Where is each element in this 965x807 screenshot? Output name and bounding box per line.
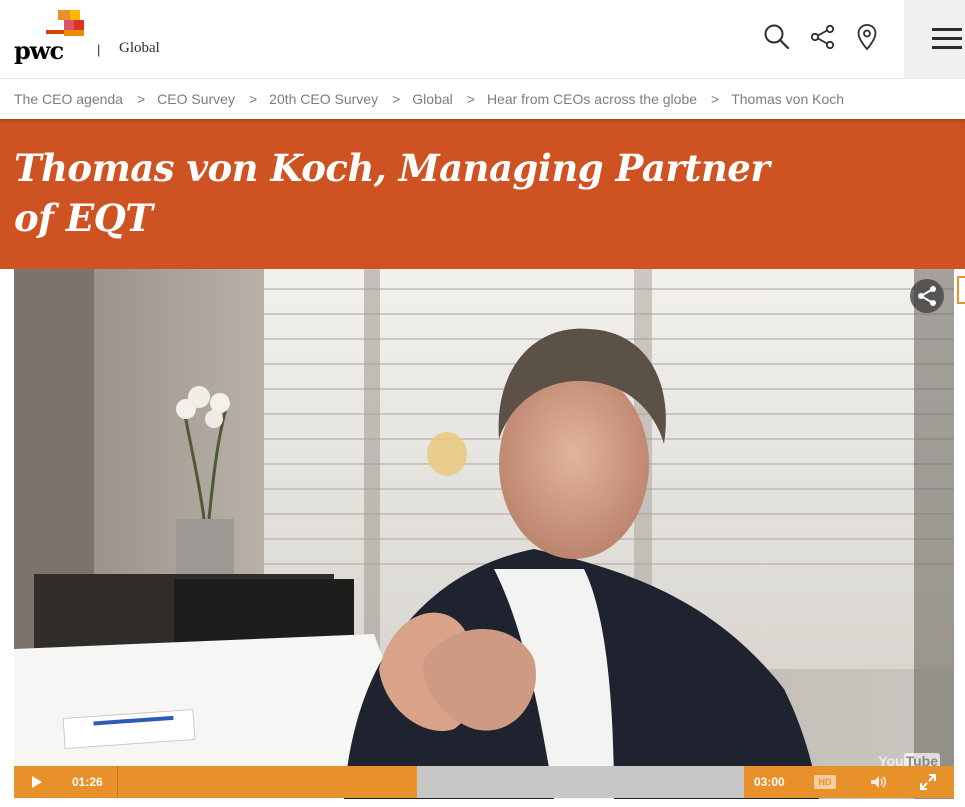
video-controls: 01:26 03:00 HD <box>14 766 954 798</box>
breadcrumb-current: Thomas von Koch <box>731 91 845 107</box>
breadcrumb: The CEO agenda > CEO Survey > 20th CEO S… <box>0 79 965 119</box>
menu-icon-line <box>932 46 962 49</box>
breadcrumb-separator: > <box>248 91 258 107</box>
breadcrumb-item[interactable]: 20th CEO Survey <box>269 91 378 107</box>
logo-block <box>74 20 84 30</box>
breadcrumb-item[interactable]: Global <box>412 91 452 107</box>
share-icon <box>918 286 936 306</box>
site-header: pwc | Global <box>0 0 965 79</box>
page-title: Thomas von Koch, Managing Partner of EQT <box>14 143 814 243</box>
header-divider: | <box>97 42 101 57</box>
logo-wordmark: pwc <box>14 36 64 65</box>
current-time: 01:26 <box>72 775 103 789</box>
page-title-line2: of EQT <box>14 196 153 240</box>
pwc-logo[interactable]: pwc <box>14 10 94 66</box>
progress-bar[interactable] <box>117 766 744 798</box>
video-frame <box>14 269 954 799</box>
breadcrumb-item[interactable]: CEO Survey <box>157 91 235 107</box>
carousel-edge[interactable] <box>957 276 965 304</box>
logo-block <box>46 30 64 34</box>
logo-block <box>58 10 70 20</box>
page-title-line1: Thomas von Koch, Managing Partner <box>14 146 770 190</box>
video-player[interactable]: You Tube <box>14 269 954 799</box>
region-label[interactable]: Global <box>119 40 160 57</box>
total-time: 03:00 <box>754 775 785 789</box>
logo-block <box>64 20 74 30</box>
logo-block <box>70 10 80 20</box>
progress-played <box>118 766 418 798</box>
menu-button[interactable] <box>904 0 965 78</box>
volume-icon[interactable] <box>868 772 888 792</box>
search-icon[interactable] <box>762 22 792 52</box>
video-share-button[interactable] <box>910 279 944 313</box>
play-button[interactable] <box>14 766 58 798</box>
logo-block <box>64 30 84 36</box>
location-icon[interactable] <box>852 22 882 52</box>
breadcrumb-item[interactable]: Hear from CEOs across the globe <box>487 91 697 107</box>
menu-icon-line <box>932 37 962 40</box>
title-band: Thomas von Koch, Managing Partner of EQT <box>0 119 965 269</box>
breadcrumb-separator: > <box>136 91 146 107</box>
breadcrumb-separator: > <box>392 91 401 107</box>
fullscreen-icon[interactable] <box>918 772 938 792</box>
breadcrumb-separator: > <box>711 91 720 107</box>
breadcrumb-separator: > <box>466 91 475 107</box>
hd-button[interactable]: HD <box>814 775 836 789</box>
menu-icon <box>932 28 962 31</box>
breadcrumb-item[interactable]: The CEO agenda <box>14 91 123 107</box>
play-icon <box>32 776 42 788</box>
share-icon[interactable] <box>808 22 838 52</box>
